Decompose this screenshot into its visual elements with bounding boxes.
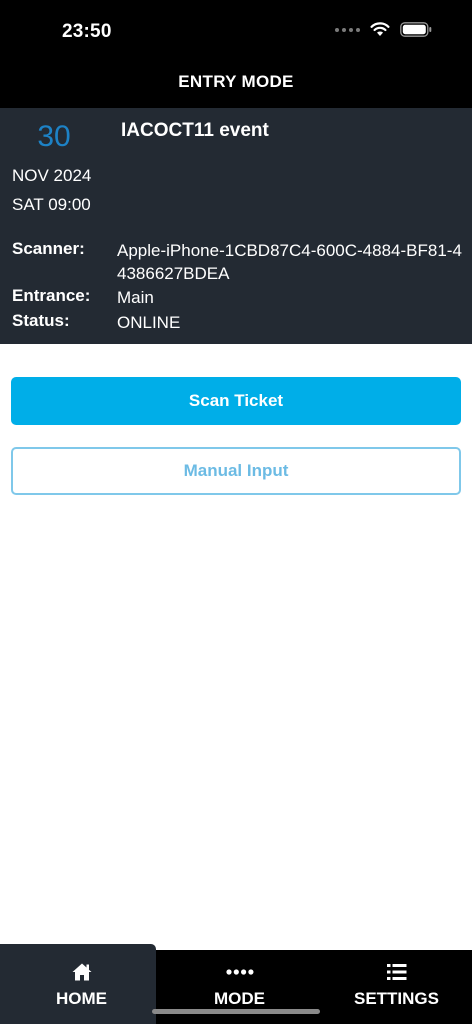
scan-ticket-button[interactable]: Scan Ticket [11, 377, 461, 425]
scanner-value: Apple-iPhone-1CBD87C4-600C-4884-BF81-443… [117, 241, 462, 283]
scanner-label: Scanner: [12, 239, 85, 258]
dots-icon [225, 969, 253, 975]
entry-mode-screen: 23:50 ENTRY MODE 30 IACOCT11 event NOV 2… [0, 0, 472, 1024]
event-month-year: NOV 2024 [12, 166, 92, 185]
battery-icon [400, 22, 432, 37]
entrance-label: Entrance: [12, 286, 91, 305]
home-indicator[interactable] [152, 1009, 320, 1014]
status-label: Status: [12, 311, 70, 330]
tab-home[interactable]: HOME [3, 960, 160, 1016]
manual-input-button[interactable]: Manual Input [11, 447, 461, 495]
tab-mode[interactable]: MODE [161, 960, 318, 1016]
entrance-value: Main [117, 288, 154, 307]
tab-mode-label: MODE [214, 989, 265, 1008]
tab-settings-label: SETTINGS [353, 989, 439, 1008]
status-value: ONLINE [117, 313, 181, 332]
cellular-signal-icon [335, 27, 360, 32]
wifi-icon [370, 22, 390, 36]
page-title: ENTRY MODE [178, 72, 294, 91]
event-weekday-time: SAT 09:00 [12, 195, 91, 214]
tab-home-label: HOME [56, 989, 107, 1008]
event-title: IACOCT11 event [121, 120, 269, 141]
list-icon [386, 964, 406, 980]
event-day: 30 [37, 120, 71, 153]
home-icon [72, 963, 91, 981]
status-time: 23:50 [62, 21, 112, 42]
tab-settings[interactable]: SETTINGS [318, 960, 472, 1016]
status-icons [335, 22, 432, 37]
